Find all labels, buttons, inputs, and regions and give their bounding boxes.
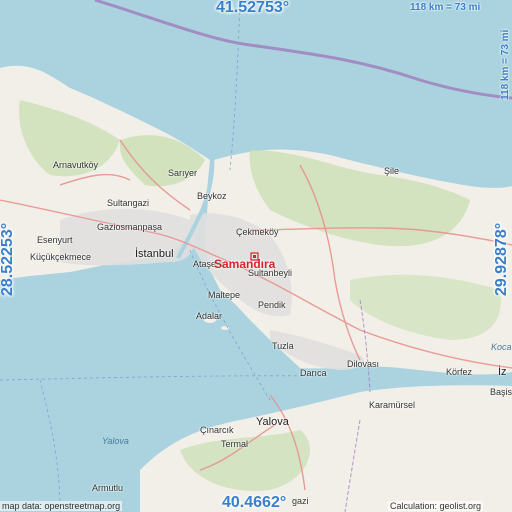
place-gaziosmanpasa[interactable]: Gaziosmanpaşa	[97, 222, 162, 232]
place-izmit[interactable]: İz	[498, 366, 507, 378]
place-sultangazi[interactable]: Sultangazi	[107, 198, 149, 208]
place-dilovasi[interactable]: Dilovası	[347, 359, 379, 369]
place-basis[interactable]: Başis	[490, 387, 512, 397]
place-kucukcekmece[interactable]: Küçükçekmece	[30, 252, 91, 262]
region-yalova: Yalova	[102, 436, 129, 446]
place-istanbul[interactable]: İstanbul	[135, 248, 174, 260]
location-marker-icon[interactable]	[250, 252, 259, 261]
place-gazi[interactable]: gazi	[292, 496, 309, 506]
scale-vertical: 118 km = 73 mi	[500, 29, 511, 100]
coord-bottom: 40.4662°	[222, 494, 287, 511]
place-cekmekoy[interactable]: Çekmeköy	[236, 227, 279, 237]
place-tuzla[interactable]: Tuzla	[272, 341, 294, 351]
attribution-map-data[interactable]: map data: openstreetmap.org	[0, 501, 123, 511]
map-view[interactable]: Arnavutköy Sarıyer Sultangazi Beykoz Gaz…	[0, 0, 512, 512]
place-armutlu[interactable]: Armutlu	[92, 483, 123, 493]
region-kocaeli: Koca	[491, 342, 512, 352]
place-samandira[interactable]: Samandıra	[214, 257, 275, 271]
place-sile[interactable]: Şile	[384, 166, 399, 176]
place-adalar[interactable]: Adalar	[196, 311, 222, 321]
place-pendik[interactable]: Pendik	[258, 300, 286, 310]
coord-left: 28.52253°	[0, 222, 16, 296]
place-sariyer[interactable]: Sarıyer	[168, 168, 197, 178]
place-cinarcik[interactable]: Çınarcık	[200, 425, 234, 435]
attribution-calculation[interactable]: Calculation: geolist.org	[388, 501, 484, 511]
place-darica[interactable]: Darıca	[300, 368, 327, 378]
scale-horizontal: 118 km = 73 mi	[410, 2, 481, 13]
place-esenyurt[interactable]: Esenyurt	[37, 235, 73, 245]
place-korfez[interactable]: Körfez	[446, 367, 472, 377]
place-beykoz[interactable]: Beykoz	[197, 191, 227, 201]
place-yalova[interactable]: Yalova	[256, 416, 289, 428]
coord-right: 29.92878°	[493, 222, 510, 296]
place-termal[interactable]: Termal	[221, 439, 248, 449]
coord-top: 41.52753°	[216, 0, 290, 16]
place-arnavutkoy[interactable]: Arnavutköy	[53, 160, 98, 170]
place-karamursel[interactable]: Karamürsel	[369, 400, 415, 410]
place-maltepe[interactable]: Maltepe	[208, 290, 240, 300]
